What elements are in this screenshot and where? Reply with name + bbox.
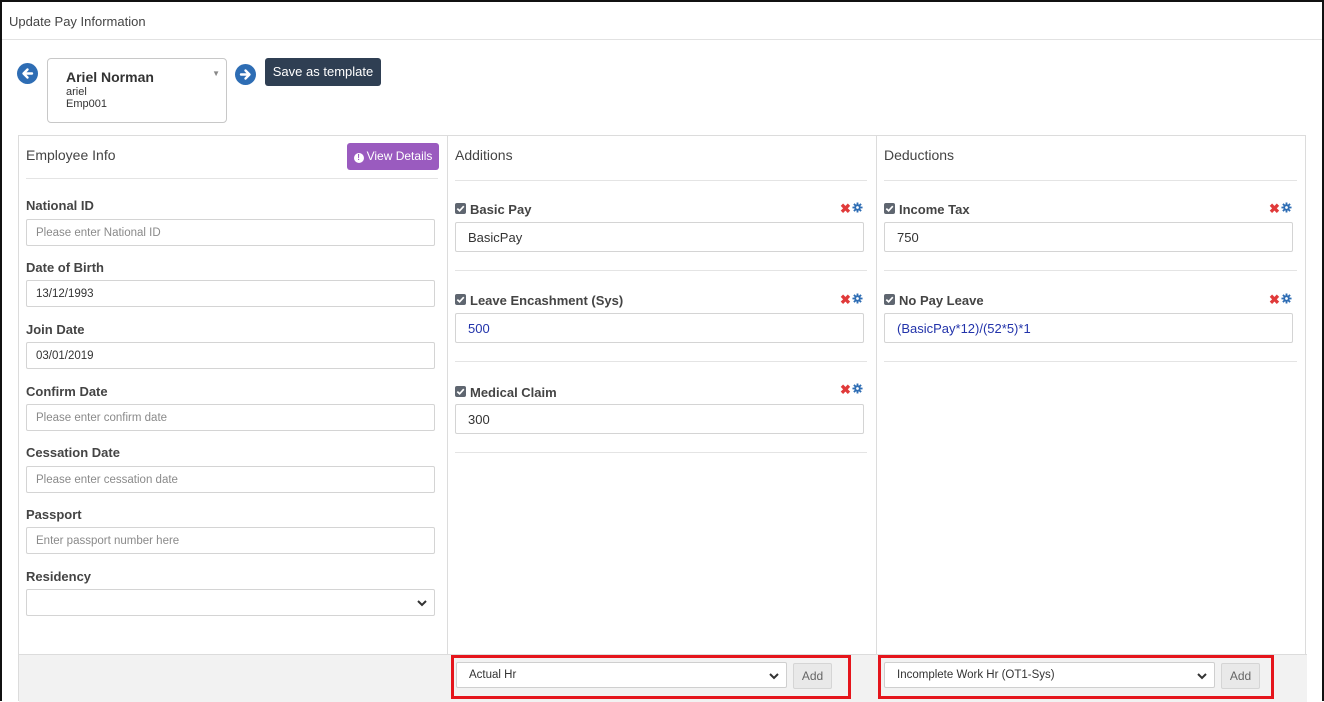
check-icon (885, 205, 894, 213)
national-id-label: National ID (26, 198, 94, 213)
dob-label: Date of Birth (26, 260, 104, 275)
view-details-button[interactable]: ! View Details (347, 143, 439, 170)
arrow-right-circle-icon (239, 69, 251, 80)
residency-label: Residency (26, 569, 92, 584)
page-title: Update Pay Information (9, 14, 146, 29)
divider (26, 178, 438, 179)
gear-icon[interactable] (1281, 293, 1292, 304)
gear-icon[interactable] (852, 383, 863, 394)
divider (884, 180, 1297, 181)
no-pay-leave-input[interactable] (884, 313, 1293, 343)
close-icon[interactable]: ✖ (840, 293, 851, 306)
residency-select[interactable] (26, 589, 435, 616)
check-icon (456, 388, 465, 396)
close-icon[interactable]: ✖ (840, 383, 851, 396)
additions-title: Additions (455, 147, 513, 163)
deductions-type-selected: Incomplete Work Hr (OT1-Sys) (897, 669, 1055, 681)
national-id-input[interactable] (26, 219, 435, 246)
employee-selector[interactable]: Ariel Norman ariel Emp001 ▼ (47, 58, 227, 123)
income-tax-input[interactable] (884, 222, 1293, 252)
cessation-date-input[interactable] (26, 466, 435, 493)
check-icon (885, 296, 894, 304)
no-pay-leave-label: No Pay Leave (899, 293, 984, 308)
gear-icon[interactable] (852, 293, 863, 304)
close-icon[interactable]: ✖ (1269, 202, 1280, 215)
divider (455, 452, 867, 453)
passport-input[interactable] (26, 527, 435, 554)
prev-employee-button[interactable] (17, 63, 38, 84)
chevron-down-icon (1197, 673, 1207, 680)
income-tax-checkbox[interactable] (884, 203, 895, 214)
divider (455, 361, 867, 362)
medical-claim-input[interactable] (455, 404, 864, 434)
caret-down-icon: ▼ (212, 69, 220, 78)
employee-info-title: Employee Info (26, 147, 116, 163)
title-bar: Update Pay Information (2, 2, 1322, 40)
close-icon[interactable]: ✖ (1269, 293, 1280, 306)
close-icon[interactable]: ✖ (840, 202, 851, 215)
check-icon (456, 205, 465, 213)
employee-code: Emp001 (66, 98, 107, 110)
cessation-date-label: Cessation Date (26, 445, 120, 460)
employee-name: Ariel Norman (66, 69, 154, 85)
basic-pay-input[interactable] (455, 222, 864, 252)
chevron-down-icon (417, 600, 427, 607)
info-icon: ! (353, 153, 364, 163)
employee-username: ariel (66, 86, 87, 98)
divider (455, 270, 867, 271)
confirm-date-input[interactable] (26, 404, 435, 431)
chevron-down-icon (769, 673, 779, 680)
divider (455, 180, 867, 181)
divider (884, 270, 1297, 271)
medical-claim-checkbox[interactable] (455, 386, 466, 397)
next-employee-button[interactable] (235, 64, 256, 85)
leave-encashment-checkbox[interactable] (455, 294, 466, 305)
additions-type-select[interactable]: Actual Hr (456, 662, 787, 688)
additions-add-button[interactable]: Add (793, 663, 832, 689)
deductions-type-select[interactable]: Incomplete Work Hr (OT1-Sys) (884, 662, 1215, 688)
gear-icon[interactable] (852, 202, 863, 213)
check-icon (456, 296, 465, 304)
income-tax-label: Income Tax (899, 202, 970, 217)
leave-encashment-input[interactable] (455, 313, 864, 343)
arrow-left-circle-icon (22, 68, 34, 79)
join-date-input[interactable] (26, 342, 435, 369)
basic-pay-label: Basic Pay (470, 202, 532, 217)
passport-label: Passport (26, 507, 82, 522)
additions-panel: Additions Basic Pay ✖ Leave Encashment (… (448, 136, 877, 702)
basic-pay-checkbox[interactable] (455, 203, 466, 214)
view-details-label: View Details (366, 149, 433, 163)
join-date-label: Join Date (26, 322, 85, 337)
dob-input[interactable] (26, 280, 435, 307)
pay-panels: Employee Info ! View Details National ID … (18, 135, 1307, 702)
medical-claim-label: Medical Claim (470, 385, 557, 400)
divider (884, 361, 1297, 362)
save-as-template-button[interactable]: Save as template (265, 58, 381, 86)
employee-info-panel: Employee Info ! View Details National ID … (19, 136, 448, 702)
no-pay-leave-checkbox[interactable] (884, 294, 895, 305)
gear-icon[interactable] (1281, 202, 1292, 213)
confirm-date-label: Confirm Date (26, 384, 108, 399)
deductions-title: Deductions (884, 147, 955, 163)
leave-encashment-label: Leave Encashment (Sys) (470, 293, 624, 308)
deductions-add-button[interactable]: Add (1221, 663, 1260, 689)
additions-type-selected: Actual Hr (469, 669, 517, 681)
deductions-panel: Deductions Income Tax ✖ No Pay Leave ✖ (877, 136, 1306, 702)
